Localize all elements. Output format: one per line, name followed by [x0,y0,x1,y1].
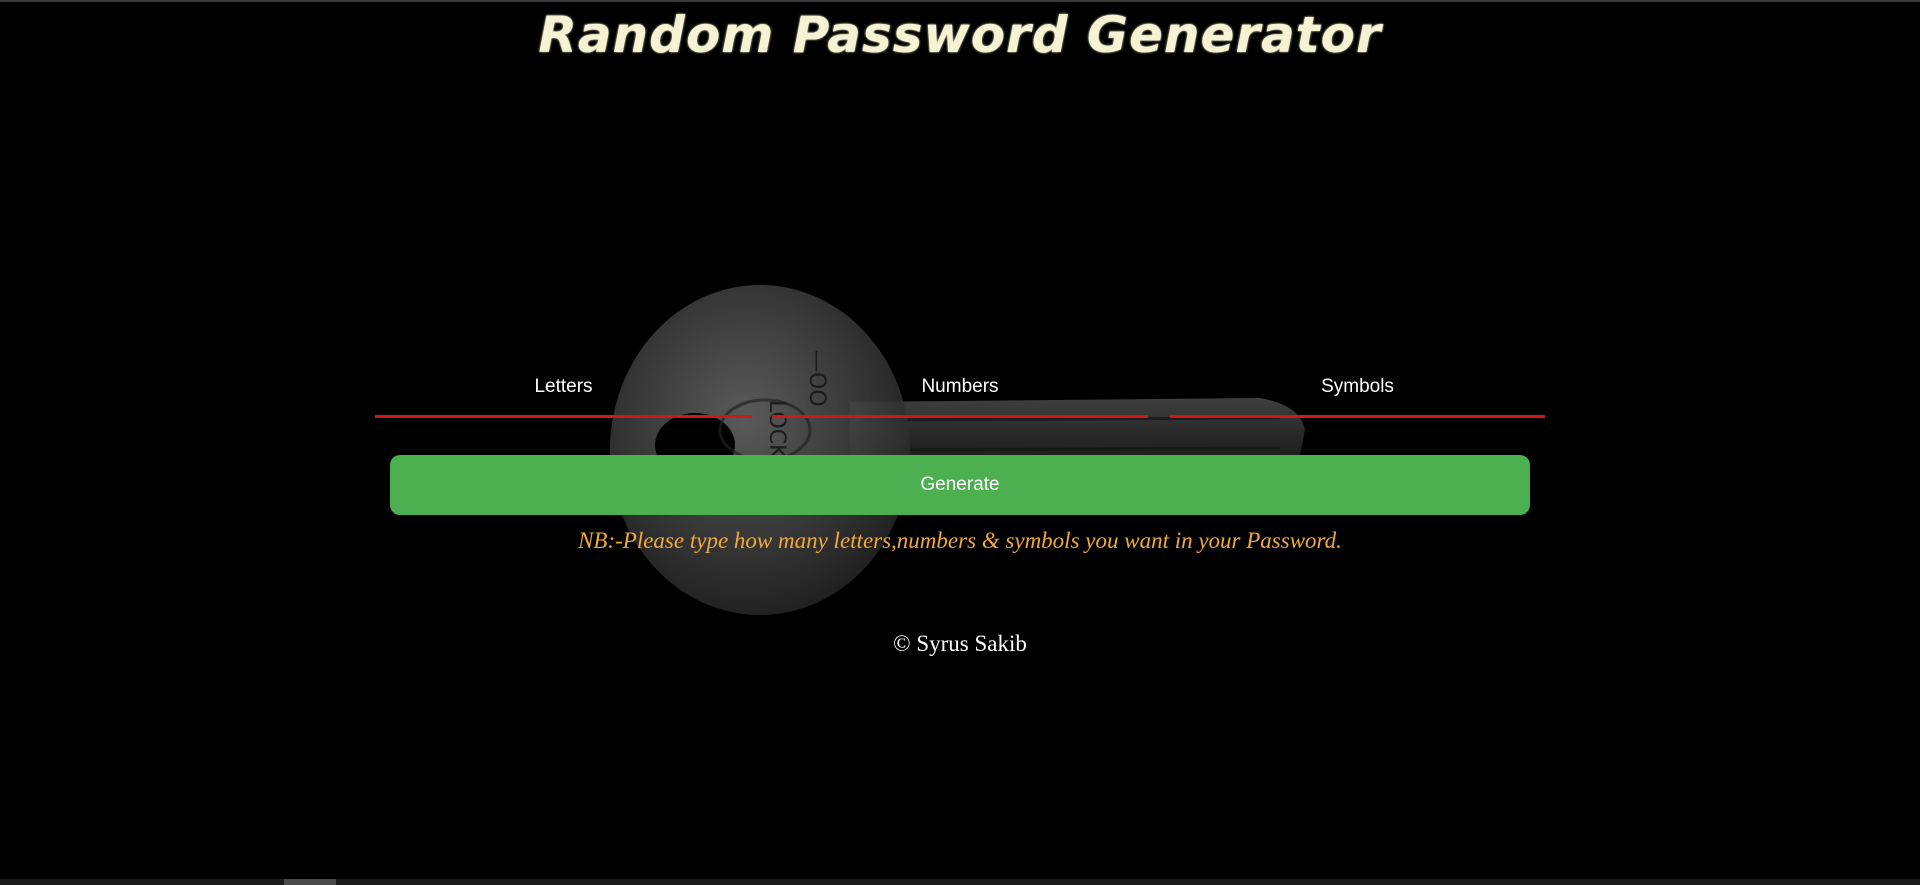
symbols-field: Symbols [1170,370,1545,422]
scrollbar-thumb[interactable] [284,879,336,885]
generate-button[interactable]: Generate [390,455,1530,515]
numbers-field: Numbers [772,370,1148,422]
horizontal-scrollbar[interactable] [0,879,1920,885]
symbols-input[interactable] [1170,400,1545,418]
page-title: Random Password Generator [538,6,1382,64]
letters-input[interactable] [375,400,752,418]
instructions-note: NB:-Please type how many letters,numbers… [578,528,1342,553]
numbers-input[interactable] [772,400,1148,418]
key-image: LOCK —OO [610,285,1305,615]
letters-label: Letters [534,376,593,397]
window-top-border [0,0,1920,2]
letters-field: Letters [375,370,752,422]
symbols-label: Symbols [1321,376,1394,397]
copyright-footer: © Syrus Sakib [893,631,1027,656]
numbers-label: Numbers [921,376,999,397]
